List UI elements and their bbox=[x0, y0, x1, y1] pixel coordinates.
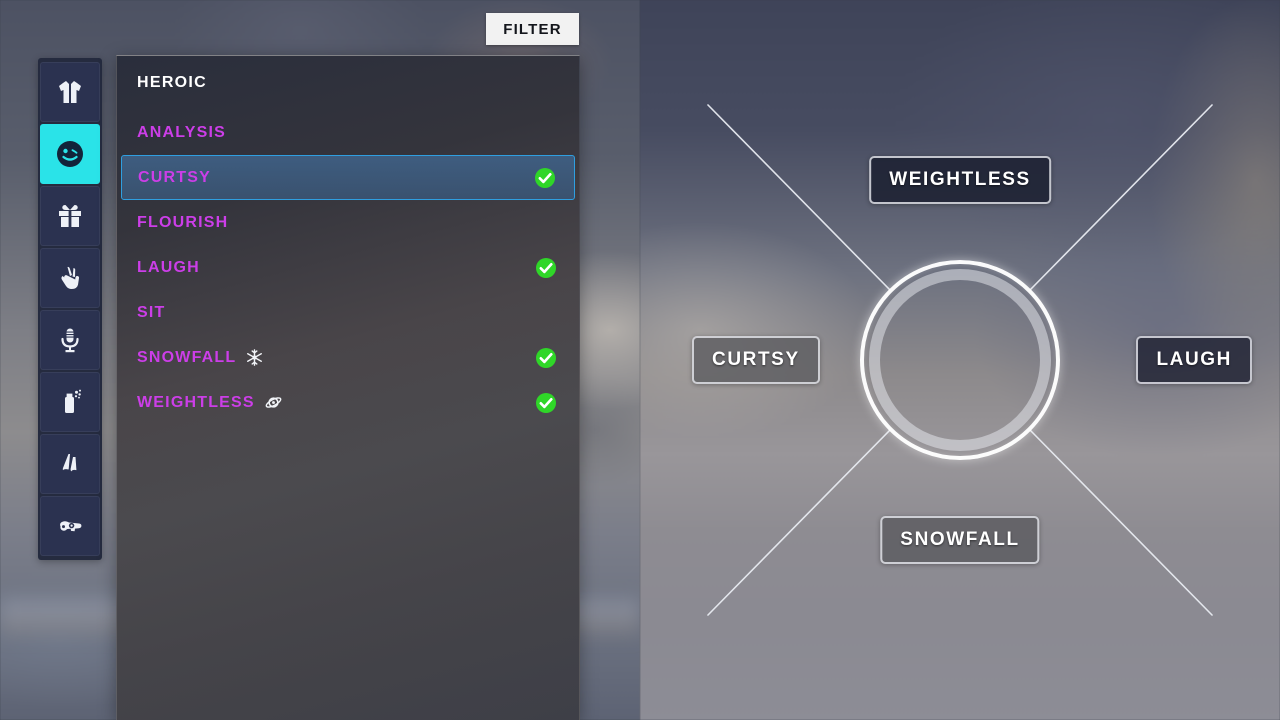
peace-hand-icon bbox=[55, 263, 85, 293]
wheel-slot-left[interactable]: CURTSY bbox=[692, 336, 820, 384]
sidebar-item-gesture[interactable] bbox=[40, 248, 100, 308]
category-sidebar bbox=[38, 58, 102, 560]
sidebar-item-contrail[interactable] bbox=[40, 434, 100, 494]
emote-list-item[interactable]: SIT bbox=[117, 290, 579, 335]
filter-button[interactable]: FILTER bbox=[486, 13, 579, 45]
sidebar-item-spray[interactable] bbox=[40, 372, 100, 432]
equipped-check-icon bbox=[535, 347, 557, 369]
gift-icon bbox=[55, 201, 85, 231]
emote-customization-screen: FILTER HEROIC ANALYSIS CURTSY FLOURISH L… bbox=[0, 0, 1280, 720]
list-header-label: HEROIC bbox=[137, 74, 208, 91]
planet-orbit-icon bbox=[264, 393, 283, 412]
wheel-slot-top-label: WEIGHTLESS bbox=[889, 169, 1031, 190]
snowflake-icon bbox=[247, 349, 263, 366]
equipped-check-icon bbox=[534, 167, 556, 189]
emoji-icon bbox=[54, 138, 86, 170]
emote-wheel: WEIGHTLESS LAUGH SNOWFALL CURTSY bbox=[640, 0, 1280, 720]
emote-list-item[interactable]: SNOWFALL bbox=[117, 335, 579, 380]
equipped-check-icon bbox=[535, 392, 557, 414]
sidebar-item-outfit[interactable] bbox=[40, 62, 100, 122]
microphone-icon bbox=[55, 325, 85, 355]
emote-list-item-label: CURTSY bbox=[138, 168, 211, 186]
wheel-slot-left-label: CURTSY bbox=[712, 349, 800, 370]
equipped-check-icon bbox=[535, 257, 557, 279]
wheel-center-ring[interactable] bbox=[860, 260, 1060, 460]
emote-list-item[interactable]: ANALYSIS bbox=[117, 110, 579, 155]
wheel-slot-bottom-label: SNOWFALL bbox=[900, 529, 1020, 550]
sidebar-item-voice[interactable] bbox=[40, 310, 100, 370]
snowflake-icon bbox=[245, 348, 264, 367]
emote-list-item[interactable]: WEIGHTLESS bbox=[117, 380, 579, 425]
emote-list-item-label: SNOWFALL bbox=[137, 348, 237, 366]
sidebar-item-emote[interactable] bbox=[40, 124, 100, 184]
emote-list-item-label: WEIGHTLESS bbox=[137, 393, 255, 411]
filter-button-label: FILTER bbox=[503, 20, 562, 38]
weapon-wrap-icon bbox=[55, 511, 85, 541]
wheel-slot-bottom[interactable]: SNOWFALL bbox=[880, 516, 1040, 564]
emote-list-item[interactable]: LAUGH bbox=[117, 245, 579, 290]
sidebar-item-wrap[interactable] bbox=[40, 496, 100, 556]
wheel-slot-top[interactable]: WEIGHTLESS bbox=[869, 156, 1051, 204]
wheel-slot-right-label: LAUGH bbox=[1156, 349, 1232, 370]
emote-list: ANALYSIS CURTSY FLOURISH LAUGH SIT SNOWF… bbox=[117, 110, 579, 425]
planet-orbit-icon bbox=[265, 397, 282, 408]
list-header: HEROIC bbox=[117, 56, 579, 110]
emote-list-item[interactable]: FLOURISH bbox=[117, 200, 579, 245]
spray-can-icon bbox=[55, 387, 85, 417]
shirt-icon bbox=[55, 77, 85, 107]
emote-list-item-label: ANALYSIS bbox=[137, 123, 227, 141]
emote-list-item-label: SIT bbox=[137, 303, 166, 321]
emote-list-item[interactable]: CURTSY bbox=[121, 155, 575, 200]
emote-list-item-label: FLOURISH bbox=[137, 213, 229, 231]
contrail-icon bbox=[55, 449, 85, 479]
wheel-slot-right[interactable]: LAUGH bbox=[1136, 336, 1252, 384]
emote-list-panel: HEROIC ANALYSIS CURTSY FLOURISH LAUGH SI… bbox=[116, 55, 580, 720]
emote-list-item-label: LAUGH bbox=[137, 258, 200, 276]
sidebar-item-gift[interactable] bbox=[40, 186, 100, 246]
